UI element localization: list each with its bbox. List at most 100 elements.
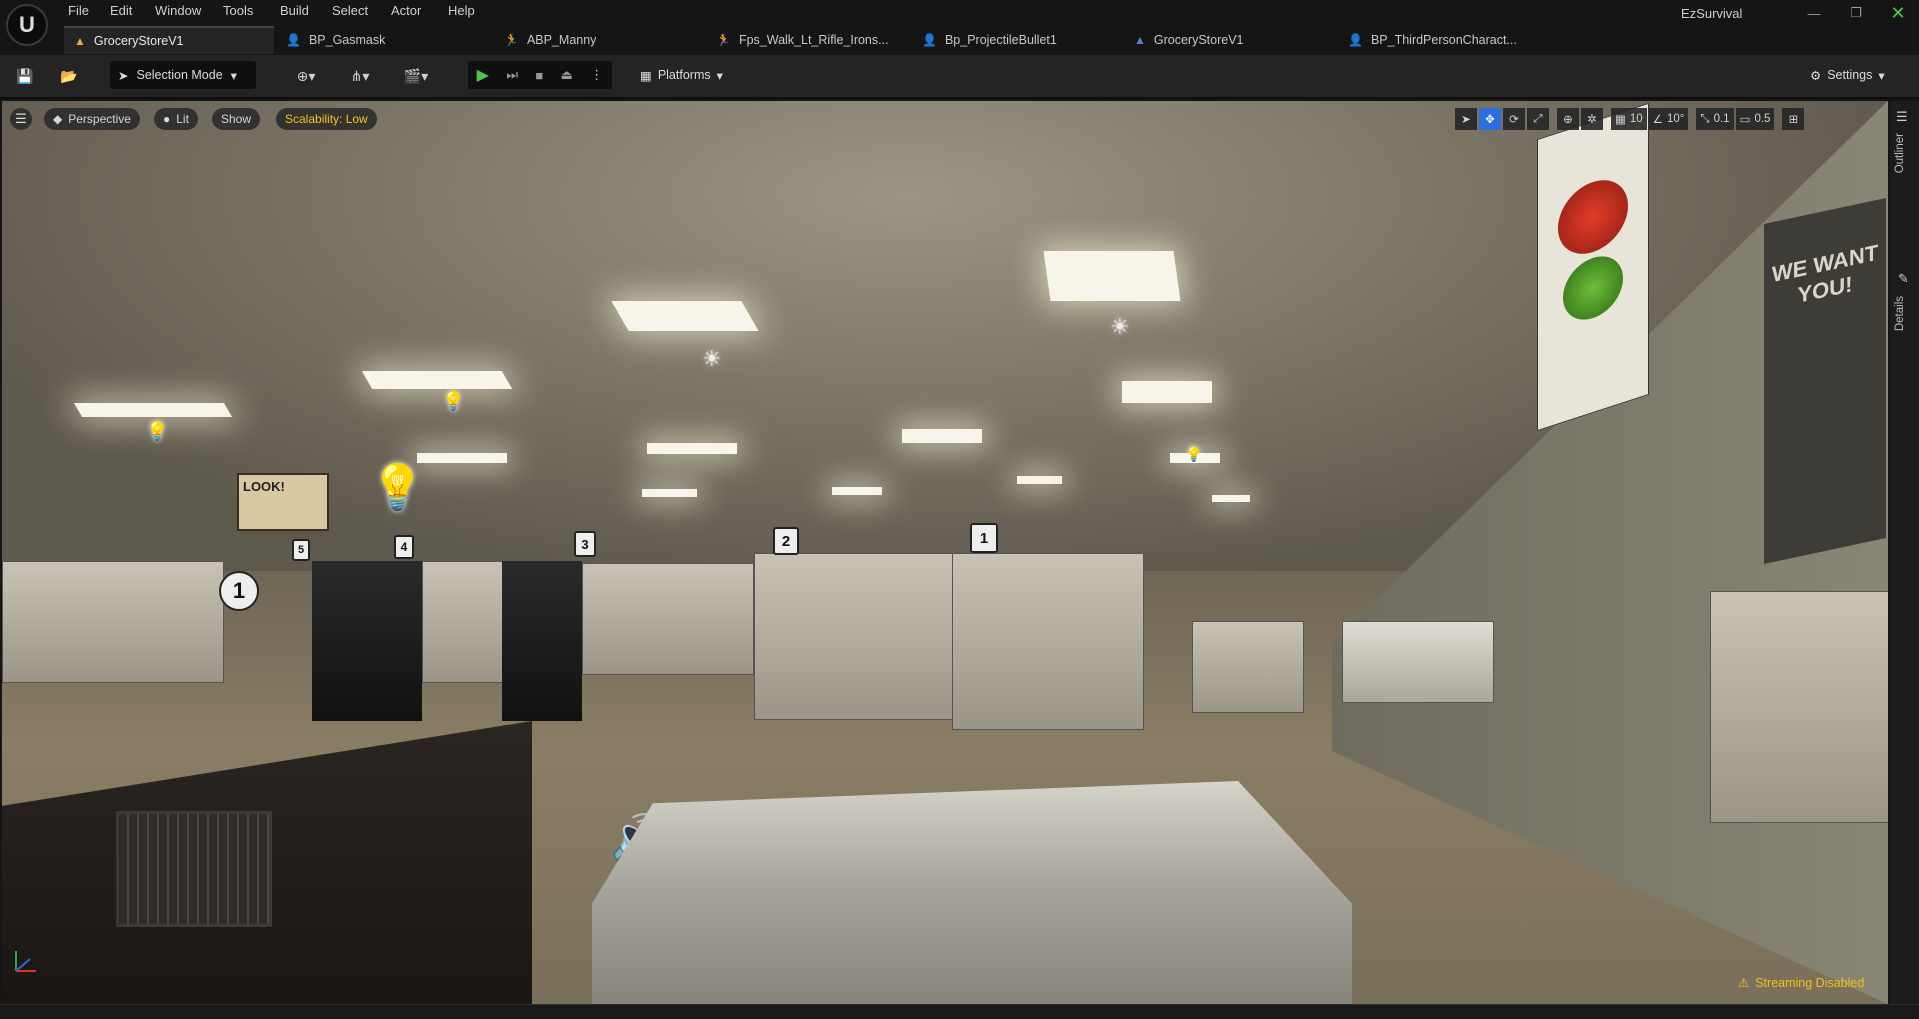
camera-speed-toggle[interactable]: ▭ 0.5 bbox=[1735, 108, 1775, 130]
translate-tool-icon[interactable]: ✥ bbox=[1479, 108, 1501, 130]
menu-tools[interactable]: Tools bbox=[223, 3, 253, 18]
point-light-icon[interactable]: 💡 bbox=[370, 461, 425, 513]
perspective-label: Perspective bbox=[68, 112, 131, 126]
level-viewport[interactable]: 💡 💡 💡 ☀ ☀ 💡 LOOK! WE WANT YOU! 1 5 4 3 2… bbox=[2, 101, 1888, 1004]
content-browser-icon[interactable]: 📂 bbox=[56, 62, 82, 90]
menu-build[interactable]: Build bbox=[280, 3, 309, 18]
angle-icon: ∠ bbox=[1652, 114, 1663, 126]
unreal-logo-icon[interactable]: U bbox=[6, 4, 48, 46]
rotation-snap-value: 10° bbox=[1666, 113, 1685, 125]
blueprint-icon: 👤 bbox=[922, 33, 937, 47]
settings-dropdown[interactable]: ⚙ Settings ▾ bbox=[1810, 61, 1885, 89]
aisle-number-sign: 4 bbox=[394, 535, 414, 559]
close-icon[interactable]: ✕ bbox=[1884, 2, 1912, 24]
point-light-icon[interactable]: 💡 bbox=[442, 391, 464, 412]
level-icon: ▲ bbox=[1134, 33, 1146, 47]
tab-abp-manny[interactable]: 🏃 ABP_Manny bbox=[494, 26, 704, 54]
point-light-icon[interactable]: 💡 bbox=[1185, 446, 1202, 463]
tab-grocerystorev1-2[interactable]: ▲ GroceryStoreV1 bbox=[1124, 26, 1334, 54]
menu-file[interactable]: File bbox=[68, 3, 89, 18]
ceiling-light-panel bbox=[647, 443, 737, 454]
play-controls: ▶ ⏭ ■ ⏏ ⋮ bbox=[468, 61, 612, 89]
platforms-dropdown[interactable]: ▦ Platforms ▾ bbox=[640, 61, 723, 89]
tab-bp-gasmask[interactable]: 👤 BP_Gasmask bbox=[276, 26, 486, 54]
aisle-number-sign: 5 bbox=[292, 539, 310, 561]
lit-label: Lit bbox=[176, 112, 189, 126]
cinematics-button[interactable]: 🎬▾ bbox=[396, 62, 436, 90]
store-shelf bbox=[422, 561, 504, 683]
menu-window[interactable]: Window bbox=[155, 3, 201, 18]
project-name: EzSurvival bbox=[1681, 6, 1743, 21]
menu-help[interactable]: Help bbox=[448, 3, 475, 18]
tab-fps-walk[interactable]: 🏃 Fps_Walk_Lt_Rifle_Irons... bbox=[706, 26, 916, 54]
rotation-snap-toggle[interactable]: ∠ 10° bbox=[1648, 108, 1689, 130]
blueprint-icon: 👤 bbox=[286, 33, 301, 47]
outliner-tab[interactable]: Outliner bbox=[1894, 133, 1906, 173]
details-tab[interactable]: Details bbox=[1894, 296, 1906, 331]
add-actor-button[interactable]: ⊕▾ bbox=[286, 62, 326, 90]
tab-label: BP_Gasmask bbox=[308, 33, 386, 47]
tab-label: GroceryStoreV1 bbox=[1153, 33, 1244, 47]
view-mode-dropdown[interactable]: ● Lit bbox=[154, 108, 198, 130]
scale-snap-toggle[interactable]: ⤡ 0.1 bbox=[1696, 108, 1734, 130]
store-shelf bbox=[1192, 621, 1304, 713]
outliner-icon: ☰ bbox=[1896, 109, 1908, 124]
play-icon[interactable]: ▶ bbox=[477, 65, 489, 85]
more-options-icon[interactable]: ⋮ bbox=[590, 67, 603, 83]
warning-icon: ⚠ bbox=[1738, 976, 1750, 990]
tab-grocerystorev1[interactable]: ▲ GroceryStoreV1 bbox=[64, 26, 274, 54]
ceiling-light-panel bbox=[902, 429, 982, 443]
selection-mode-label: Selection Mode bbox=[136, 68, 223, 82]
restore-icon[interactable]: ❐ bbox=[1842, 2, 1870, 24]
blueprints-button[interactable]: ⋔▾ bbox=[340, 62, 380, 90]
show-dropdown[interactable]: Show bbox=[212, 108, 261, 130]
store-shelf bbox=[582, 563, 754, 675]
stop-icon[interactable]: ■ bbox=[535, 68, 543, 83]
ceiling-light-panel bbox=[73, 403, 233, 417]
ceiling-light-panel bbox=[417, 453, 507, 463]
ceiling-light-panel bbox=[832, 487, 882, 495]
menu-actor[interactable]: Actor bbox=[391, 3, 421, 18]
spot-light-icon[interactable]: ☀ bbox=[702, 346, 722, 372]
spot-light-icon[interactable]: ☀ bbox=[1110, 314, 1130, 340]
lit-sphere-icon: ● bbox=[163, 112, 171, 126]
rotate-tool-icon[interactable]: ⟳ bbox=[1503, 108, 1525, 130]
wall-shelf bbox=[1710, 591, 1888, 823]
viewport-layout-icon[interactable]: ⊞ bbox=[1782, 108, 1805, 130]
viewport-options-icon[interactable]: ☰ bbox=[10, 108, 32, 130]
step-icon[interactable]: ⏭ bbox=[506, 67, 518, 83]
menu-edit[interactable]: Edit bbox=[110, 3, 132, 18]
menu-select[interactable]: Select bbox=[332, 3, 368, 18]
ceiling-light-panel bbox=[361, 371, 513, 389]
selection-mode-dropdown[interactable]: ➤ Selection Mode ▾ bbox=[110, 61, 256, 89]
aisle-number-sign: 1 bbox=[970, 523, 998, 553]
tab-label: GroceryStoreV1 bbox=[93, 34, 184, 48]
tab-bp-projectilebullet1[interactable]: 👤 Bp_ProjectileBullet1 bbox=[912, 26, 1122, 54]
point-light-icon[interactable]: 💡 bbox=[146, 421, 168, 442]
ceiling-light-panel bbox=[1043, 251, 1181, 301]
platforms-label: Platforms bbox=[657, 68, 711, 82]
save-icon[interactable]: 💾 bbox=[12, 62, 38, 90]
grid-snap-toggle[interactable]: ▦ 10 bbox=[1611, 108, 1647, 130]
world-space-icon[interactable]: ⊕ bbox=[1557, 108, 1579, 130]
scale-snap-value: 0.1 bbox=[1713, 113, 1730, 125]
tab-label: Fps_Walk_Lt_Rifle_Irons... bbox=[738, 33, 889, 47]
scale-tool-icon[interactable]: ⤢ bbox=[1527, 108, 1549, 130]
look-poster: LOOK! bbox=[237, 473, 329, 531]
chevron-down-icon: ▾ bbox=[1878, 68, 1885, 83]
tab-bp-thirdpersoncharacter[interactable]: 👤 BP_ThirdPersonCharact... bbox=[1338, 26, 1568, 54]
chevron-down-icon: ▾ bbox=[716, 68, 723, 83]
axis-gizmo-icon bbox=[15, 951, 36, 972]
level-icon: ▲ bbox=[74, 34, 86, 48]
eject-icon[interactable]: ⏏ bbox=[561, 67, 573, 83]
ceiling-light-panel bbox=[611, 301, 759, 331]
blueprint-icon: 👤 bbox=[1348, 33, 1363, 47]
chest-freezer bbox=[1342, 621, 1494, 703]
select-tool-icon[interactable]: ➤ bbox=[1455, 108, 1477, 130]
side-panel-tabs: ☰ Outliner ✎ Details bbox=[1890, 101, 1919, 1004]
scalability-warning[interactable]: Scalability: Low bbox=[276, 108, 377, 130]
surface-snap-icon[interactable]: ✲ bbox=[1581, 108, 1603, 130]
perspective-dropdown[interactable]: ◆ Perspective bbox=[44, 108, 140, 130]
display-freezer bbox=[592, 781, 1352, 1004]
minimize-icon[interactable]: — bbox=[1800, 2, 1828, 24]
